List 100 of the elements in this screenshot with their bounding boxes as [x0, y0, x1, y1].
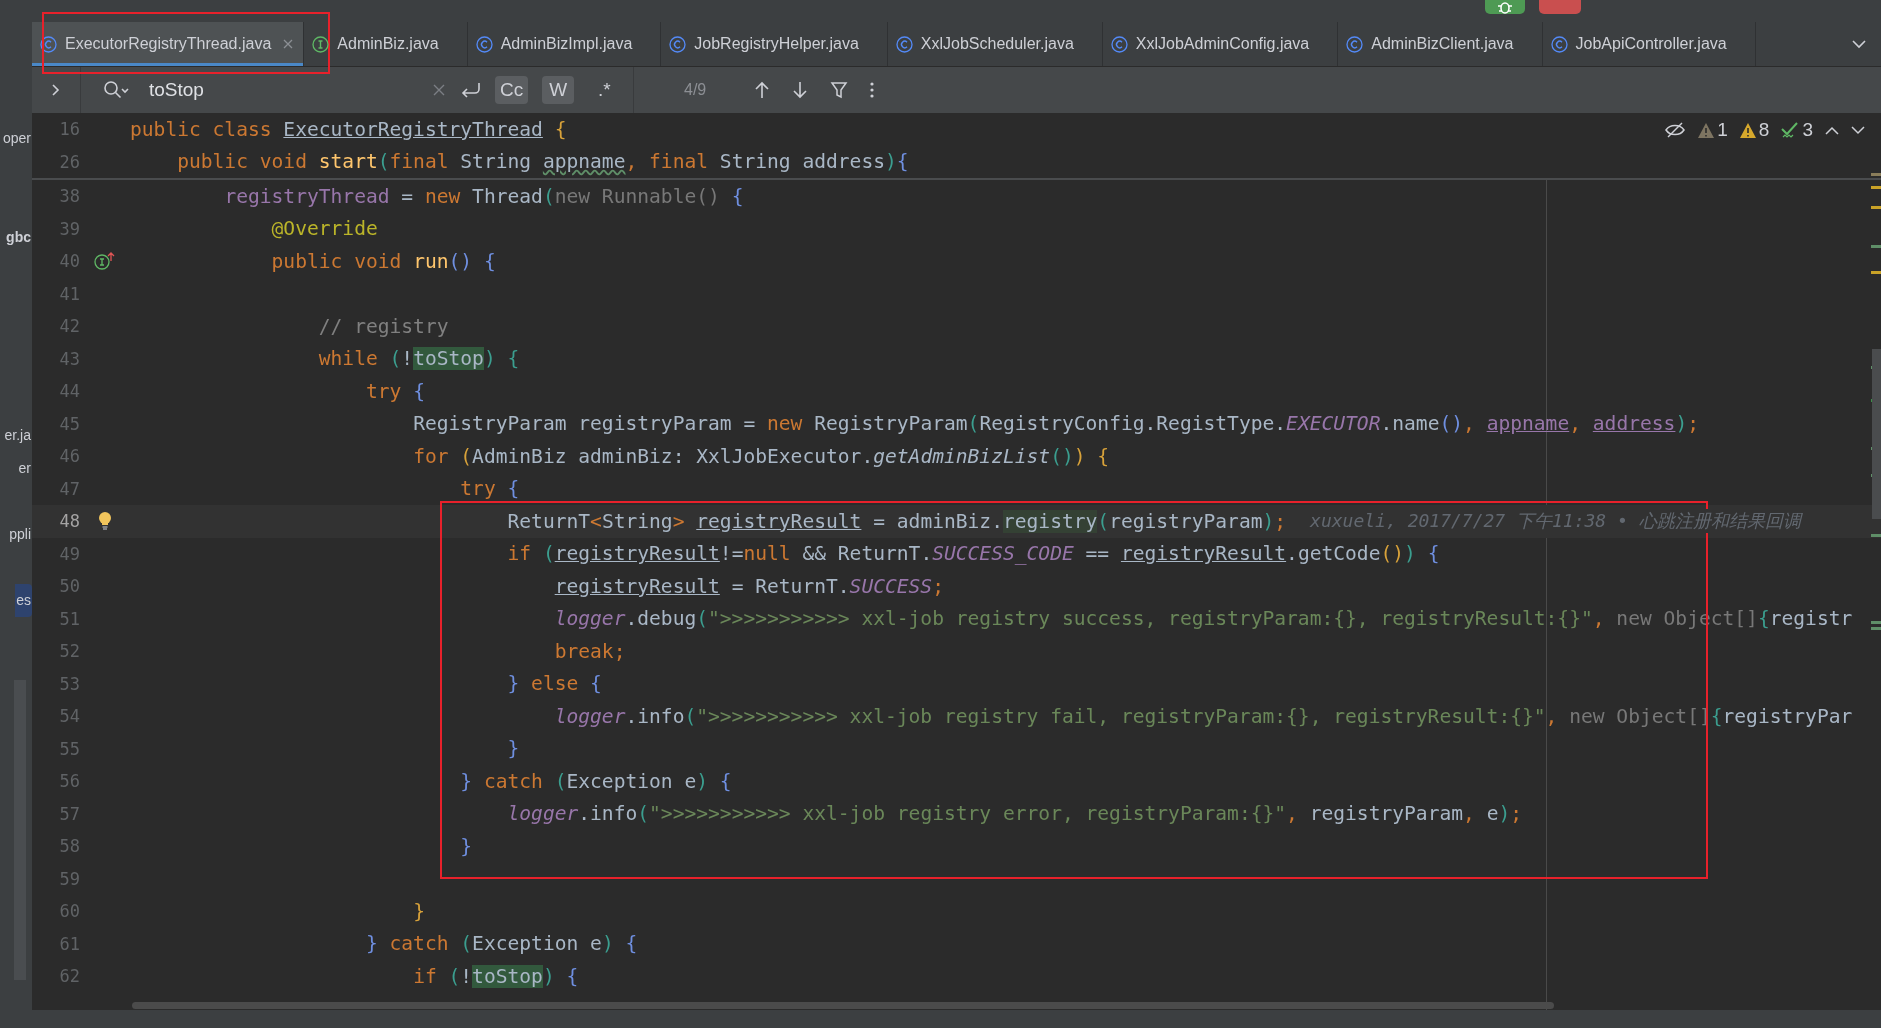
search-option-toggle[interactable]: .* — [588, 76, 621, 104]
code-line: if (registryResult!=null && ReturnT.SUCCESS_CODE == registryResult.getCode()) { — [506, 542, 1440, 566]
line-number: 47 — [58, 478, 80, 499]
line-number: 43 — [58, 348, 80, 369]
file-tab[interactable]: XxlJobAdminConfig.java — [1102, 22, 1339, 66]
search-icon[interactable] — [103, 80, 129, 100]
class-icon — [669, 35, 687, 53]
search-field[interactable]: toStop — [143, 79, 419, 101]
implements-method-icon[interactable] — [94, 251, 116, 272]
code-line: } — [412, 899, 425, 923]
line-number: 59 — [58, 868, 80, 889]
warning-icon — [1698, 122, 1715, 138]
wrap-icon[interactable] — [459, 81, 481, 99]
line-number: 60 — [58, 901, 80, 922]
code-line: // registry — [317, 314, 449, 338]
code-line: for (AdminBiz adminBiz: XxlJobExecutor.getAdminBizList()) { — [412, 444, 1110, 468]
project-tree-item[interactable]: er.ja — [3, 419, 32, 452]
code-line: public class ExecutorRegistryThread { — [130, 117, 567, 141]
arrow-down-icon[interactable] — [792, 80, 809, 100]
hidden-eye-icon[interactable] — [1664, 122, 1687, 138]
file-tab[interactable]: AdminBiz.java — [304, 22, 468, 66]
close-icon[interactable] — [283, 39, 294, 49]
debug-button[interactable] — [1485, 0, 1525, 14]
line-number: 58 — [58, 836, 80, 857]
line-number: 44 — [58, 381, 80, 402]
lightbulb-icon[interactable] — [98, 511, 112, 532]
code-line: ReturnT<String> registryResult = adminBiz.registry(registryParam); — [506, 509, 1287, 533]
code-line: } else { — [506, 672, 602, 696]
code-line: while (!toStop) { — [317, 347, 520, 371]
class-icon — [40, 35, 57, 53]
problem-count: 1 — [1717, 119, 1728, 141]
line-number: 56 — [58, 771, 80, 792]
chevron-down-icon[interactable] — [1851, 125, 1865, 135]
class-icon — [895, 35, 913, 53]
code-line: @Override — [270, 217, 378, 241]
code-line: public void run() { — [270, 249, 496, 273]
file-tab[interactable]: ExecutorRegistryThread.java — [32, 22, 305, 66]
class-icon — [1110, 35, 1128, 53]
code-line: logger.info(">>>>>>>>>>> xxl-job registry error, registryParam:{}", registryParam, e); — [506, 802, 1522, 826]
filter-icon[interactable] — [830, 81, 849, 99]
line-number: 49 — [58, 543, 80, 564]
project-tree-item[interactable]: oper — [1, 122, 32, 155]
file-tab[interactable]: XxlJobScheduler.java — [887, 22, 1103, 66]
bug-icon — [1496, 0, 1514, 14]
line-number: 42 — [58, 316, 80, 337]
project-tree-item[interactable]: er — [17, 452, 32, 485]
line-number: 39 — [58, 218, 80, 239]
code-line: } catch (Exception e) { — [364, 932, 638, 956]
search-option-toggle[interactable]: Cc — [495, 76, 529, 104]
check-icon — [1781, 121, 1800, 139]
code-line: } catch (Exception e) { — [459, 769, 732, 793]
arrow-up-icon[interactable] — [754, 80, 771, 100]
file-tab[interactable]: AdminBizImpl.java — [467, 22, 662, 66]
code-line: logger.info(">>>>>>>>>>> xxl-job registry fail, registryParam:{}, registryResult:{}", new Object[]{registryPar — [553, 704, 1853, 728]
line-number: 62 — [58, 966, 80, 987]
code-line: } — [459, 834, 473, 858]
project-tree-item[interactable]: es — [15, 584, 32, 617]
line-number: 40 — [58, 251, 80, 272]
code-line: registryResult = ReturnT.SUCCESS; — [553, 574, 944, 598]
line-number: 48 — [58, 511, 80, 532]
line-number: 46 — [58, 446, 80, 467]
project-tree-item[interactable]: gbc — [5, 221, 32, 254]
code-line: break; — [553, 639, 626, 663]
warning-icon — [1739, 122, 1756, 138]
code-line: try { — [459, 477, 520, 501]
class-icon — [1346, 35, 1364, 53]
line-number: 38 — [58, 186, 80, 207]
code-line: try { — [364, 379, 425, 403]
search-option-toggle[interactable]: W — [542, 76, 575, 104]
problem-count: 8 — [1758, 119, 1770, 141]
line-number: 41 — [58, 283, 80, 304]
line-number: 61 — [58, 933, 80, 954]
scrollbar-thumb[interactable] — [132, 1002, 1554, 1009]
code-line: registryThread = new Thread(new Runnable() { — [223, 184, 744, 208]
file-tab[interactable]: AdminBizClient.java — [1338, 22, 1543, 66]
line-number: 53 — [58, 673, 80, 694]
line-number: 54 — [58, 706, 80, 727]
line-number: 51 — [58, 608, 80, 629]
line-number: 57 — [58, 803, 80, 824]
line-number: 55 — [58, 738, 80, 759]
scrollbar-thumb[interactable] — [1872, 349, 1881, 519]
project-tree-item[interactable]: ppli — [8, 518, 32, 551]
code-line: RegistryParam registryParam = new RegistryParam(RegistryConfig.RegistType.EXECUTOR.name(), appname, address); — [412, 412, 1699, 436]
line-number: 45 — [58, 413, 80, 434]
class-icon — [475, 35, 493, 53]
line-number: 16 — [58, 119, 80, 140]
class-icon — [1550, 35, 1568, 53]
line-number: 26 — [58, 151, 80, 172]
code-line: if (!toStop) { — [412, 964, 579, 988]
problem-count: 3 — [1802, 119, 1813, 141]
file-tab[interactable]: JobApiController.java — [1542, 22, 1756, 66]
blame-annotation: xuxueli, 2017/7/27 下午11:38 • 心跳注册和结果回调 — [1310, 509, 1801, 534]
line-number: 50 — [58, 576, 80, 597]
match-count: 4/9 — [684, 81, 707, 99]
chevron-right-icon[interactable] — [51, 83, 61, 97]
code-line: public void start(final String appname, final String address){ — [176, 150, 909, 174]
file-tab[interactable]: JobRegistryHelper.java — [661, 22, 888, 66]
more-icon[interactable] — [870, 82, 875, 98]
chevron-down-icon[interactable] — [1851, 39, 1867, 49]
chevron-up-icon[interactable] — [1825, 125, 1839, 135]
